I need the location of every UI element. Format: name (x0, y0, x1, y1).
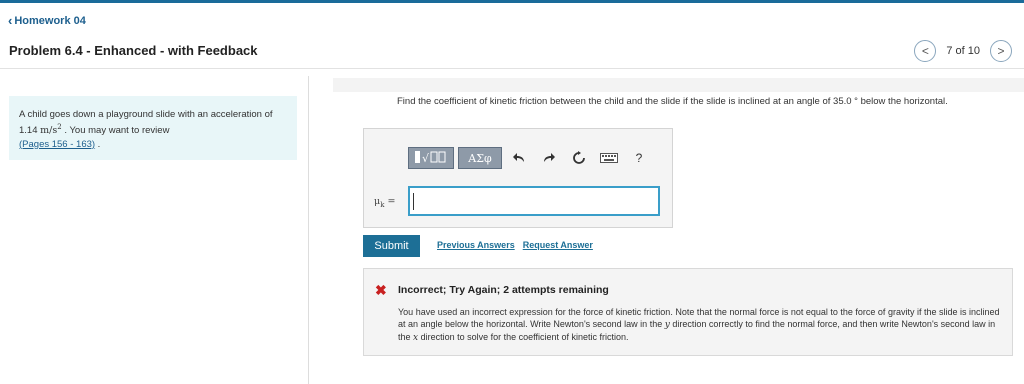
answer-input[interactable] (408, 186, 660, 216)
math-toolbar: √ ΑΣφ ? (408, 147, 652, 169)
top-accent-bar (0, 0, 1024, 3)
svg-text:√: √ (422, 152, 430, 164)
question-text: Find the coefficient of kinetic friction… (397, 96, 948, 107)
feedback-panel: ✖ Incorrect; Try Again; 2 attempts remai… (363, 268, 1013, 356)
answer-variable-label: μk = (374, 196, 396, 209)
text-caret (413, 193, 414, 210)
next-problem-button[interactable]: > (990, 40, 1012, 62)
part-header-band (333, 78, 1024, 92)
answer-entry-box: √ ΑΣφ ? μk = (363, 128, 673, 228)
template-icon: √ (414, 150, 448, 167)
back-link-label: Homework 04 (14, 14, 86, 27)
problem-text-end: . You may want to review (61, 124, 170, 136)
feedback-body: You have used an incorrect expression fo… (398, 307, 1000, 344)
chevron-left-icon: ‹ (8, 13, 13, 28)
answer-links: Previous Answers Request Answer (437, 240, 593, 250)
keyboard-icon[interactable] (596, 147, 622, 169)
greek-symbols-button[interactable]: ΑΣφ (458, 147, 502, 169)
close-icon: ✖ (375, 282, 387, 298)
problem-pager: < 7 of 10 > (914, 40, 1012, 62)
problem-statement-panel: A child goes down a playground slide wit… (9, 96, 297, 160)
back-to-homework-link[interactable]: ‹ Homework 04 (8, 13, 86, 28)
pager-position: 7 of 10 (946, 45, 980, 57)
panel-divider (308, 76, 309, 384)
request-answer-link[interactable]: Request Answer (523, 240, 593, 250)
help-button[interactable]: ? (626, 147, 652, 169)
reset-icon[interactable] (566, 147, 592, 169)
templates-button[interactable]: √ (408, 147, 454, 169)
acceleration-unit: m/s2 (40, 122, 62, 136)
chevron-left-icon: < (921, 44, 929, 58)
previous-problem-button[interactable]: < (914, 40, 937, 62)
undo-icon[interactable] (506, 147, 532, 169)
header-divider (0, 68, 1024, 69)
page-title: Problem 6.4 - Enhanced - with Feedback (9, 43, 258, 58)
chevron-right-icon: > (997, 44, 1005, 58)
submit-button[interactable]: Submit (363, 235, 420, 257)
feedback-title: Incorrect; Try Again; 2 attempts remaini… (398, 284, 609, 296)
redo-icon[interactable] (536, 147, 562, 169)
pages-review-link[interactable]: (Pages 156 - 163) (19, 139, 95, 150)
previous-answers-link[interactable]: Previous Answers (437, 240, 515, 250)
